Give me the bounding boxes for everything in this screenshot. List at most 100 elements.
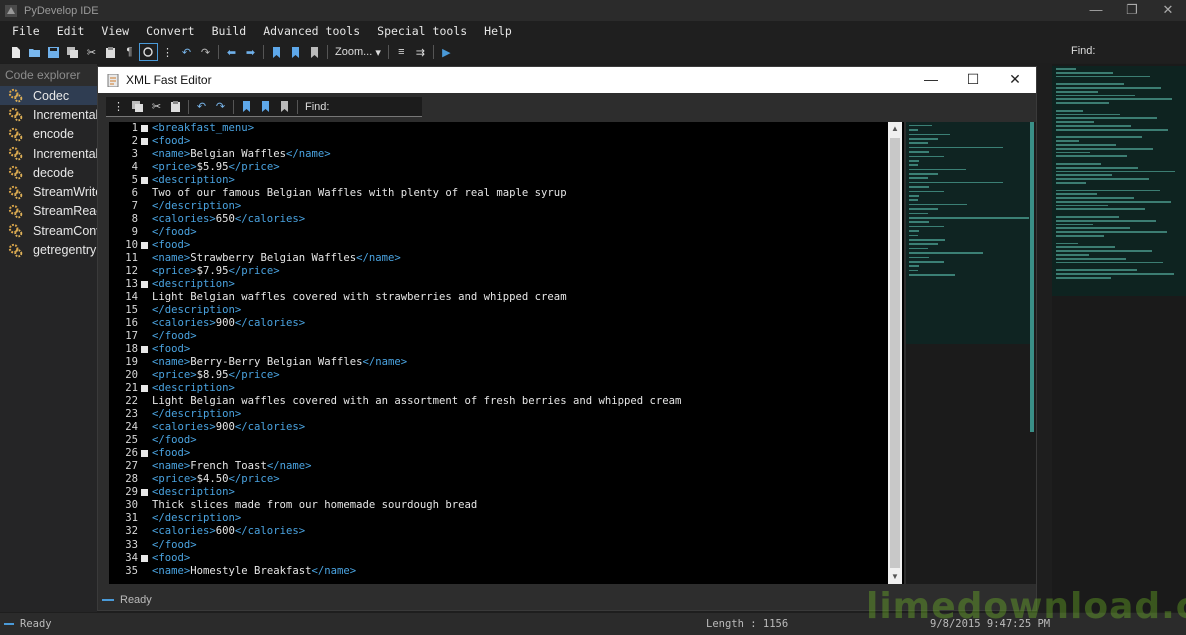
code-line[interactable]: 5 <description> — [109, 174, 904, 187]
code-line[interactable]: 18 <food> — [109, 343, 904, 356]
code-line[interactable]: 24 <calories>900</calories> — [109, 421, 904, 434]
code-line[interactable]: 34 <food> — [109, 552, 904, 565]
menu-convert[interactable]: Convert — [146, 24, 194, 38]
run-icon[interactable]: ▶ — [437, 43, 456, 61]
paste-icon[interactable] — [166, 98, 185, 116]
scroll-up-arrow-icon[interactable]: ▲ — [888, 122, 902, 136]
cut-icon[interactable]: ✂ — [82, 43, 101, 61]
xml-editor-minimap[interactable] — [906, 122, 1036, 584]
fold-marker-icon[interactable] — [140, 239, 148, 252]
code-line[interactable]: 26 <food> — [109, 447, 904, 460]
fold-marker-icon[interactable] — [140, 552, 148, 565]
restore-button[interactable]: ❐ — [1114, 0, 1150, 21]
code-explorer-item[interactable]: Incremental — [0, 144, 97, 163]
open-folder-icon[interactable] — [25, 43, 44, 61]
code-line[interactable]: 4 <price>$5.95</price> — [109, 161, 904, 174]
code-explorer-item[interactable]: getregentry — [0, 240, 97, 259]
bookmark-clear-icon[interactable] — [275, 98, 294, 116]
scroll-down-arrow-icon[interactable]: ▼ — [888, 570, 902, 584]
code-line[interactable]: 17 </food> — [109, 330, 904, 343]
fold-marker-icon[interactable] — [140, 122, 148, 135]
code-line[interactable]: 8 <calories>650</calories> — [109, 213, 904, 226]
copy-icon[interactable] — [128, 98, 147, 116]
code-line[interactable]: 12 <price>$7.95</price> — [109, 265, 904, 278]
code-line[interactable]: 14 Light Belgian waffles covered with str… — [109, 291, 904, 304]
code-explorer-item[interactable]: encode — [0, 125, 97, 144]
code-line[interactable]: 15 </description> — [109, 304, 904, 317]
minimize-button[interactable]: — — [1078, 0, 1114, 21]
indent-icon[interactable]: ≡ — [392, 43, 411, 61]
fold-marker-icon[interactable] — [140, 486, 148, 499]
close-button[interactable]: ✕ — [1150, 0, 1186, 21]
dialog-close-button[interactable]: ✕ — [994, 67, 1036, 93]
code-line[interactable]: 28 <price>$4.50</price> — [109, 473, 904, 486]
navigate-back-icon[interactable]: ⬅ — [222, 43, 241, 61]
code-line[interactable]: 32 <calories>600</calories> — [109, 525, 904, 538]
code-line[interactable]: 33 </food> — [109, 539, 904, 552]
code-line[interactable]: 7 </description> — [109, 200, 904, 213]
outdent-icon[interactable]: ⇉ — [411, 43, 430, 61]
paste-icon[interactable] — [101, 43, 120, 61]
code-explorer-item[interactable]: StreamRead — [0, 202, 97, 221]
fold-marker-icon[interactable] — [140, 343, 148, 356]
code-explorer-item[interactable]: Codec — [0, 86, 97, 106]
save-all-icon[interactable] — [63, 43, 82, 61]
cut-icon[interactable]: ✂ — [147, 98, 166, 116]
code-explorer-item[interactable]: Incremental — [0, 105, 97, 124]
menu-edit[interactable]: Edit — [57, 24, 85, 38]
code-line[interactable]: 3 <name>Belgian Waffles</name> — [109, 148, 904, 161]
fold-marker-icon[interactable] — [140, 447, 148, 460]
undo-icon[interactable]: ↶ — [177, 43, 196, 61]
scrollbar-thumb[interactable] — [890, 138, 900, 568]
bookmark-next-icon[interactable] — [256, 98, 275, 116]
menu-build[interactable]: Build — [212, 24, 247, 38]
code-line[interactable]: 13 <description> — [109, 278, 904, 291]
code-line[interactable]: 23 </description> — [109, 408, 904, 421]
save-icon[interactable] — [44, 43, 63, 61]
zoom-dropdown[interactable]: Zoom... ▾ — [335, 46, 381, 59]
redo-icon[interactable]: ↷ — [211, 98, 230, 116]
code-line[interactable]: 19 <name>Berry-Berry Belgian Waffles</nam… — [109, 356, 904, 369]
menu-view[interactable]: View — [101, 24, 129, 38]
code-line[interactable]: 16 <calories>900</calories> — [109, 317, 904, 330]
main-editor-minimap[interactable] — [1052, 64, 1186, 612]
code-explorer-item[interactable]: decode — [0, 163, 97, 182]
code-line[interactable]: 9 </food> — [109, 226, 904, 239]
find-dialog-icon[interactable] — [139, 43, 158, 61]
menu-special-tools[interactable]: Special tools — [377, 24, 467, 38]
code-line[interactable]: 29 <description> — [109, 486, 904, 499]
code-line[interactable]: 20 <price>$8.95</price> — [109, 369, 904, 382]
dialog-minimize-button[interactable]: — — [910, 67, 952, 93]
code-line[interactable]: 30 Thick slices made from our homemade so… — [109, 499, 904, 512]
menu-advanced-tools[interactable]: Advanced tools — [263, 24, 360, 38]
code-line[interactable]: 22 Light Belgian waffles covered with an … — [109, 395, 904, 408]
menu-file[interactable]: File — [12, 24, 40, 38]
dialog-maximize-button[interactable]: ☐ — [952, 67, 994, 93]
code-line[interactable]: 35 <name>Homestyle Breakfast</name> — [109, 565, 904, 578]
bookmark-icon[interactable] — [237, 98, 256, 116]
bookmark-icon[interactable] — [267, 43, 286, 61]
fold-marker-icon[interactable] — [140, 174, 148, 187]
code-explorer-item[interactable]: StreamWrite — [0, 182, 97, 201]
code-line[interactable]: 27 <name>French Toast</name> — [109, 460, 904, 473]
code-explorer-item[interactable]: StreamConv — [0, 221, 97, 240]
fold-marker-icon[interactable] — [140, 278, 148, 291]
undo-icon[interactable]: ↶ — [192, 98, 211, 116]
menu-help[interactable]: Help — [484, 24, 512, 38]
bookmark-next-icon[interactable] — [286, 43, 305, 61]
bookmark-clear-icon[interactable] — [305, 43, 324, 61]
redo-icon[interactable]: ↷ — [196, 43, 215, 61]
code-line[interactable]: 6 Two of our famous Belgian Waffles with … — [109, 187, 904, 200]
editor-vertical-scrollbar[interactable]: ▲ ▼ — [888, 122, 902, 584]
code-line[interactable]: 2 <food> — [109, 135, 904, 148]
minimap-scroll-indicator[interactable] — [1030, 122, 1034, 432]
code-line[interactable]: 10 <food> — [109, 239, 904, 252]
fold-marker-icon[interactable] — [140, 382, 148, 395]
code-line[interactable]: 21 <description> — [109, 382, 904, 395]
navigate-forward-icon[interactable]: ➡ — [241, 43, 260, 61]
code-line[interactable]: 25 </food> — [109, 434, 904, 447]
code-line[interactable]: 11 <name>Strawberry Belgian Waffles</name… — [109, 252, 904, 265]
code-line[interactable]: 1 <breakfast_menu> — [109, 122, 904, 135]
paragraph-icon[interactable]: ¶ — [120, 43, 139, 61]
fold-marker-icon[interactable] — [140, 135, 148, 148]
